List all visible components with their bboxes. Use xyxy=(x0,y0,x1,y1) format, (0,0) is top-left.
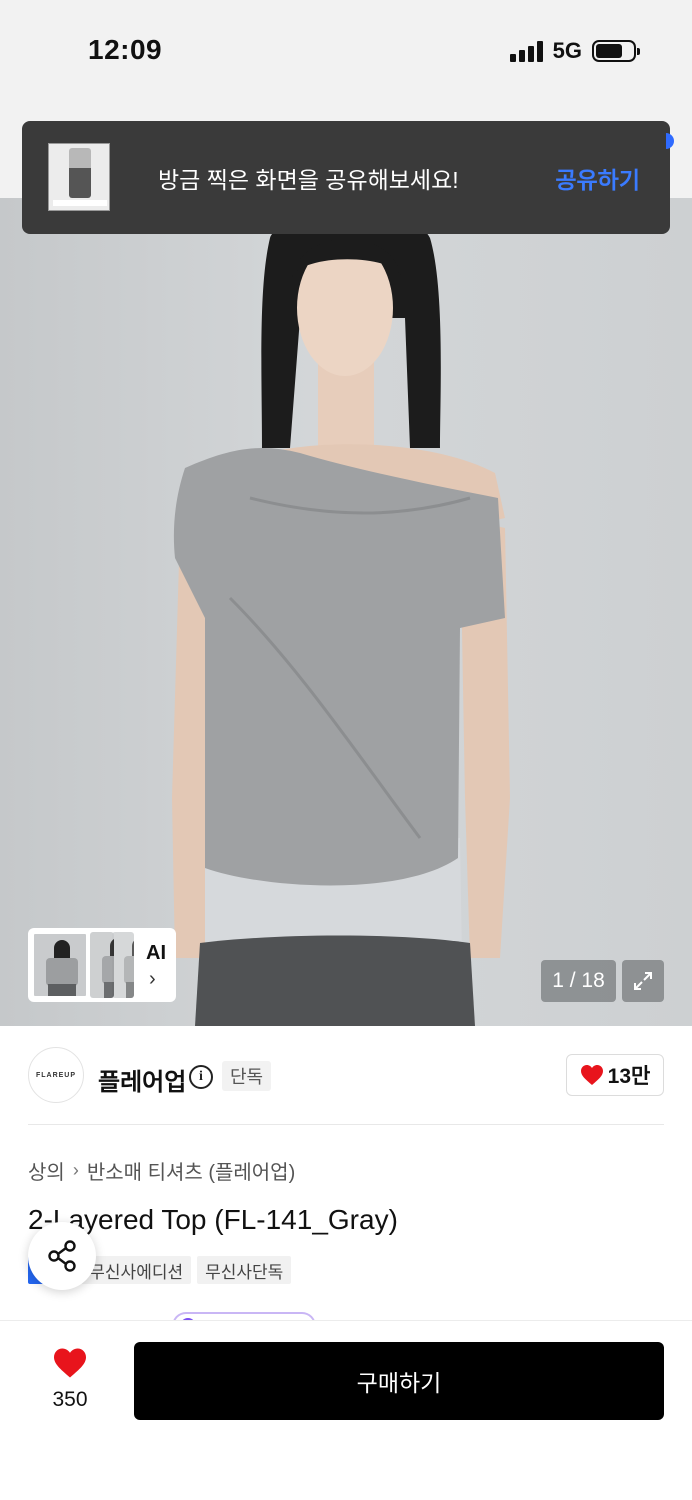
brand-name[interactable]: 플레어업 xyxy=(98,1062,186,1097)
breadcrumb-subcategory[interactable]: 반소매 티셔츠 (플레어업) xyxy=(87,1156,295,1185)
heart-icon xyxy=(580,1065,603,1085)
image-pager: 1 / 18 xyxy=(541,960,616,1002)
tag-musinsa-edition: 무신사에디션 xyxy=(81,1256,192,1284)
toast-share-button[interactable]: 공유하기 xyxy=(555,161,640,195)
ai-thumbnail xyxy=(90,932,114,998)
brand-like-button[interactable]: 13만 xyxy=(566,1054,664,1096)
battery-icon xyxy=(592,40,640,62)
like-button[interactable]: 350 xyxy=(38,1347,102,1412)
status-indicators: 5G xyxy=(509,38,640,64)
product-image[interactable] xyxy=(0,198,692,1026)
share-toast: 방금 찍은 화면을 공유해보세요! 공유하기 xyxy=(22,121,674,234)
screenshot-thumbnail[interactable] xyxy=(48,143,110,211)
share-icon xyxy=(48,1240,76,1272)
divider xyxy=(28,1124,664,1125)
brand-logo[interactable]: FLAREUP xyxy=(28,1047,84,1103)
ai-similar-card[interactable]: AI › xyxy=(28,928,176,1002)
breadcrumb: 상의 › 반소매 티셔츠 (플레어업) xyxy=(28,1156,295,1185)
buy-button[interactable]: 구매하기 xyxy=(134,1342,664,1420)
toast-message: 방금 찍은 화면을 공유해보세요! xyxy=(158,167,459,193)
bottom-action-bar: 350 구매하기 xyxy=(0,1320,692,1500)
brand-like-count: 13만 xyxy=(607,1065,651,1088)
chevron-right-icon: › xyxy=(149,968,156,990)
network-type: 5G xyxy=(552,38,582,63)
share-button[interactable] xyxy=(28,1222,96,1290)
signal-icon xyxy=(509,40,543,62)
product-photo-illustration xyxy=(172,211,510,1026)
ai-thumbnail xyxy=(32,932,88,998)
like-count: 350 xyxy=(52,1388,88,1411)
ai-label: AI xyxy=(146,942,166,964)
ai-thumbnail xyxy=(112,932,134,998)
heart-icon xyxy=(54,1348,86,1378)
expand-icon[interactable] xyxy=(622,960,664,1002)
breadcrumb-category[interactable]: 상의 xyxy=(28,1156,65,1185)
exclusive-badge: 단독 xyxy=(222,1061,272,1091)
status-time: 12:09 xyxy=(88,34,163,65)
brand-row: FLAREUP 플레어업 i 단독 13만 xyxy=(0,1026,692,1126)
info-icon[interactable]: i xyxy=(189,1065,213,1089)
chevron-right-icon: › xyxy=(72,1160,79,1180)
tag-musinsa-exclusive: 무신사단독 xyxy=(197,1256,292,1284)
